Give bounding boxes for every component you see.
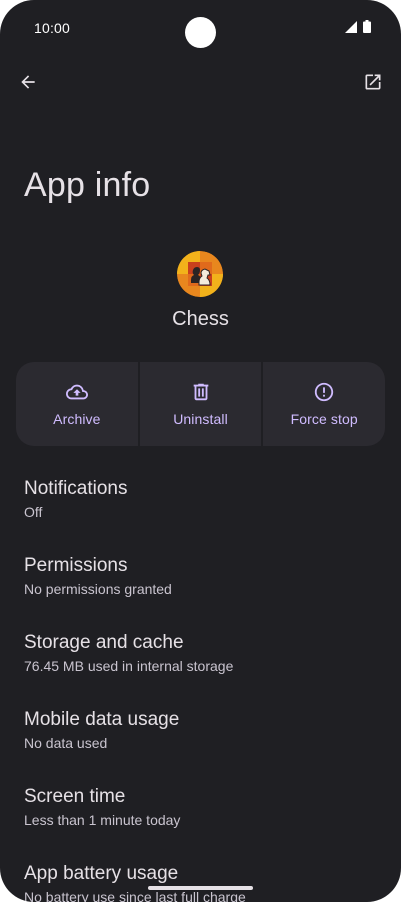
setting-app-battery-usage[interactable]: App battery usage No battery use since l… <box>0 851 401 902</box>
setting-title: App battery usage <box>24 863 179 884</box>
uninstall-button[interactable]: Uninstall <box>139 362 262 446</box>
setting-screen-time[interactable]: Screen time Less than 1 minute today <box>0 774 401 851</box>
open-app-button[interactable] <box>359 70 387 98</box>
phone-screen: 10:00 App info Chess Archive Uninstall F… <box>0 0 401 902</box>
setting-title: Permissions <box>24 555 128 576</box>
open-in-new-icon <box>363 72 383 97</box>
uninstall-label: Uninstall <box>173 411 228 427</box>
force-stop-button[interactable]: Force stop <box>263 362 385 446</box>
back-button[interactable] <box>14 70 42 98</box>
cloud-upload-icon <box>65 381 88 403</box>
setting-title: Notifications <box>24 478 128 499</box>
setting-storage-and-cache[interactable]: Storage and cache 76.45 MB used in inter… <box>0 620 401 697</box>
setting-subtitle: No permissions granted <box>24 581 172 597</box>
page-title: App info <box>24 166 151 204</box>
setting-permissions[interactable]: Permissions No permissions granted <box>0 543 401 620</box>
camera-cutout <box>185 17 216 48</box>
trash-icon <box>190 381 212 403</box>
setting-mobile-data-usage[interactable]: Mobile data usage No data used <box>0 697 401 774</box>
setting-subtitle: Off <box>24 504 43 520</box>
setting-subtitle: Less than 1 minute today <box>24 812 181 828</box>
gesture-navigation-bar[interactable] <box>148 886 253 890</box>
status-time: 10:00 <box>34 20 71 36</box>
chess-app-icon <box>177 251 223 297</box>
arrow-back-icon <box>18 72 38 97</box>
archive-button[interactable]: Archive <box>16 362 138 446</box>
status-bar: 10:00 <box>0 0 401 56</box>
setting-title: Mobile data usage <box>24 709 180 730</box>
archive-label: Archive <box>53 411 101 427</box>
action-buttons: Archive Uninstall Force stop <box>16 362 385 446</box>
force-stop-label: Force stop <box>290 411 358 427</box>
setting-title: Storage and cache <box>24 632 184 653</box>
battery-icon <box>363 20 371 38</box>
alert-circle-icon <box>313 381 335 403</box>
setting-subtitle: No data used <box>24 735 108 751</box>
status-icons <box>345 20 371 38</box>
setting-notifications[interactable]: Notifications Off <box>0 466 401 543</box>
setting-subtitle: 76.45 MB used in internal storage <box>24 658 234 674</box>
signal-icon <box>345 20 357 38</box>
setting-title: Screen time <box>24 786 126 807</box>
settings-list: Notifications Off Permissions No permiss… <box>0 466 401 902</box>
app-name: Chess <box>172 308 229 330</box>
